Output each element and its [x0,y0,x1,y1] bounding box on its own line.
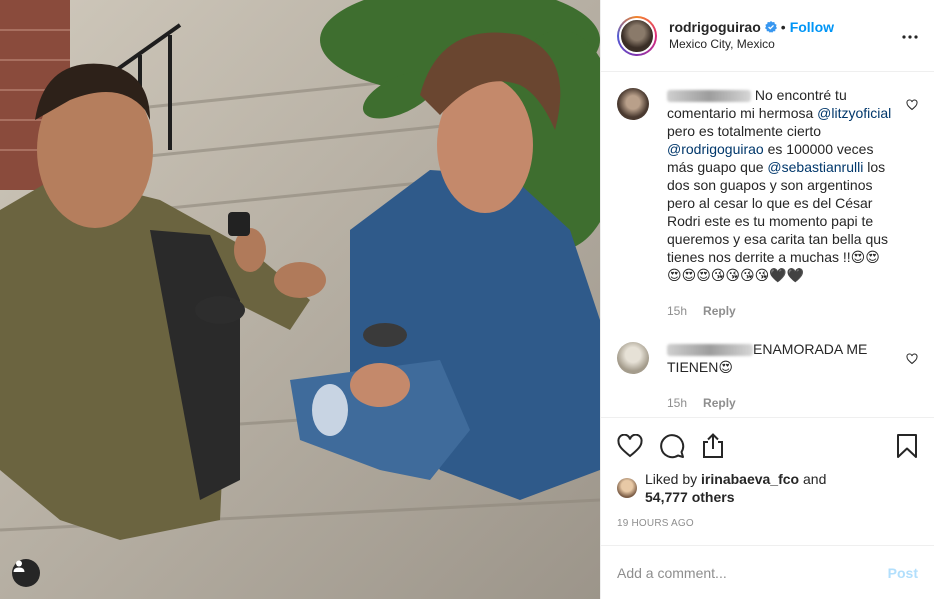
comment-like-button[interactable] [906,98,918,114]
comment-meta: 15h Reply [667,394,893,412]
mention-link[interactable]: @sebastianrulli [767,159,863,175]
mention-link[interactable]: @rodrigoguirao [667,141,764,157]
comment-icon [660,434,685,459]
commenter-username-blurred[interactable] [667,344,753,357]
liker-username[interactable]: irinabaeva_fco [701,471,799,487]
comment-time: 15h [667,304,688,318]
post-side-panel: rodrigoguirao • Follow Mexico City, Mexi… [600,0,934,599]
separator-dot: • [780,18,786,35]
post-actions: Liked by irinabaeva_fco and 54,777 other… [601,417,934,545]
comment-text: ENAMORADA ME TIENEN😍 [667,341,868,375]
comment-text: No encontré tu comentario mi hermosa @li… [667,87,892,283]
verified-badge-icon [764,21,777,33]
follow-button[interactable]: Follow [790,19,834,36]
share-icon [703,433,723,458]
comment-item: No encontré tu comentario mi hermosa @li… [617,86,918,320]
author-username[interactable]: rodrigoguirao [669,19,761,36]
author-avatar[interactable] [617,15,657,56]
comment-time: 15h [667,396,688,410]
comment-meta: 15h Reply [667,302,893,320]
commenter-avatar[interactable] [617,88,649,120]
comments-list: No encontré tu comentario mi hermosa @li… [601,72,934,417]
bookmark-icon [897,434,917,458]
more-options-button[interactable] [902,26,918,42]
post-comment-button[interactable]: Post [888,565,918,581]
likes-summary: Liked by irinabaeva_fco and 54,777 other… [617,470,918,506]
likes-count[interactable]: 54,777 others [645,489,735,505]
action-icons-bar [617,426,918,466]
heart-icon [906,353,918,365]
more-options-icon [902,35,918,39]
user-tag-button[interactable] [12,559,40,587]
post-timestamp[interactable]: 19 HOURS AGO [617,518,918,529]
heart-icon [906,99,918,111]
like-button[interactable] [617,434,643,458]
reply-button[interactable]: Reply [703,302,736,320]
post-header: rodrigoguirao • Follow Mexico City, Mexi… [601,0,934,72]
user-tag-icon [13,560,25,572]
commenter-avatar[interactable] [617,342,649,374]
reply-button[interactable]: Reply [703,394,736,412]
mention-link[interactable]: @litzyoficial [817,105,891,121]
save-button[interactable] [896,433,918,459]
instagram-post-view: rodrigoguirao • Follow Mexico City, Mexi… [0,0,934,599]
share-button[interactable] [701,433,725,459]
post-location[interactable]: Mexico City, Mexico [669,36,834,53]
add-comment-bar: Post [601,545,934,599]
heart-icon [617,434,643,458]
comment-like-button[interactable] [906,352,918,368]
photo-illustration [0,0,600,599]
liker-avatar[interactable] [617,478,637,498]
post-photo[interactable] [0,0,600,599]
comment-input[interactable] [617,564,888,581]
comment-item: ENAMORADA ME TIENEN😍 15h Reply [617,340,918,412]
commenter-username-blurred[interactable] [667,90,751,103]
comment-button[interactable] [659,433,685,459]
